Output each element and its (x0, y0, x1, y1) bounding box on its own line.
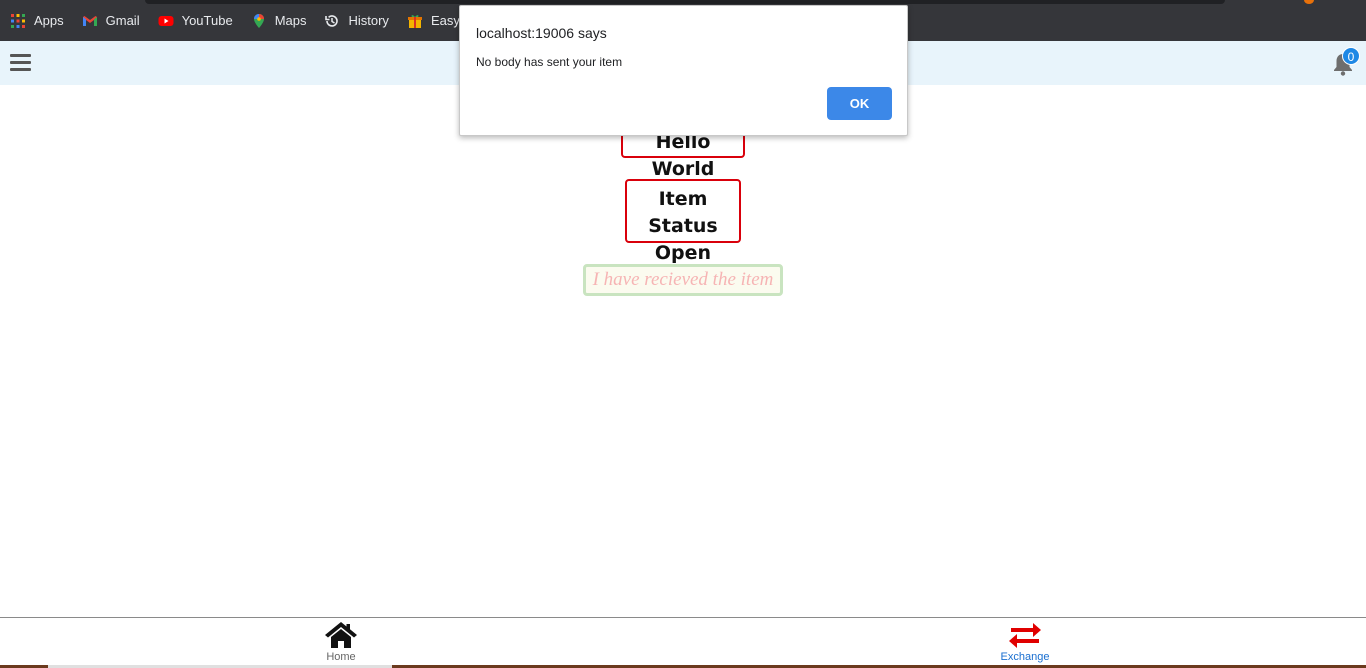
hamburger-menu-icon[interactable] (10, 54, 32, 73)
item-received-button[interactable]: I have recieved the item (583, 264, 783, 296)
home-icon (325, 622, 357, 648)
maps-pin-icon (253, 13, 264, 28)
alert-title: localhost:19006 says (476, 25, 607, 41)
gmail-icon (82, 15, 97, 26)
profile-indicator (1304, 0, 1314, 4)
exchange-arrows-icon (1009, 623, 1041, 648)
alert-message: No body has sent your item (476, 55, 623, 69)
bookmark-history[interactable]: History (324, 13, 389, 29)
notification-count-badge: 0 (1342, 47, 1360, 65)
bookmark-youtube[interactable]: YouTube (158, 13, 233, 29)
bookmark-label: Apps (34, 13, 64, 28)
browser-tab-strip (145, 0, 1225, 4)
bookmark-maps[interactable]: Maps (251, 13, 307, 29)
history-icon (325, 14, 339, 27)
apps-grid-icon (11, 13, 25, 28)
alert-dialog: localhost:19006 says No body has sent yo… (459, 5, 908, 136)
bookmark-label: History (348, 13, 389, 28)
nav-exchange[interactable]: Exchange (984, 618, 1066, 668)
bookmark-apps[interactable]: Apps (10, 13, 64, 29)
item-status-box: Item Status Open (625, 179, 741, 264)
bookmark-label: Gmail (105, 13, 140, 28)
item-status-value: Open (654, 242, 712, 264)
nav-exchange-label: Exchange (1000, 651, 1050, 663)
nav-home[interactable]: Home (300, 618, 382, 668)
item-status-label: Item Status (648, 188, 718, 237)
youtube-icon (158, 15, 174, 26)
nav-home-label: Home (326, 651, 356, 663)
gift-icon (407, 14, 422, 28)
bookmark-label: YouTube (181, 13, 233, 28)
bottom-nav: Home Exchange (0, 617, 1366, 668)
bookmark-label: Maps (274, 13, 307, 28)
alert-ok-button[interactable]: OK (827, 87, 892, 120)
bookmark-gmail[interactable]: Gmail (82, 13, 140, 29)
